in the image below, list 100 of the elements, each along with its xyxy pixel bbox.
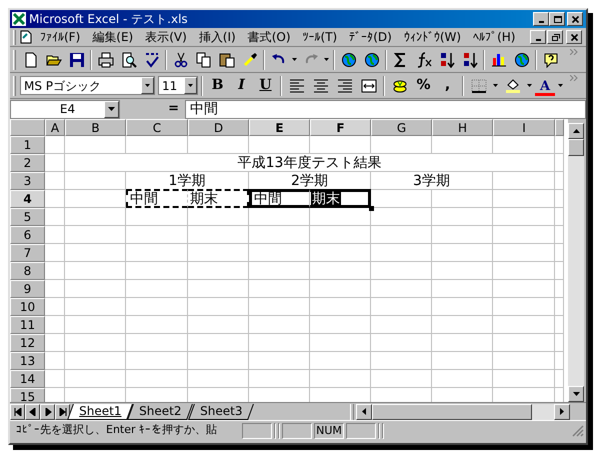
column-header[interactable]: G: [371, 119, 432, 136]
table-cell[interactable]: [432, 316, 493, 334]
table-cell[interactable]: [555, 172, 564, 190]
table-cell[interactable]: [432, 298, 493, 316]
table-cell[interactable]: [371, 136, 432, 154]
scroll-up-button[interactable]: [568, 123, 584, 139]
first-sheet-button[interactable]: [10, 404, 25, 420]
magnifier-icon[interactable]: [120, 52, 136, 68]
menu-item[interactable]: 挿入(I): [192, 28, 242, 46]
table-cell[interactable]: [126, 262, 188, 280]
clipboard-icon[interactable]: [218, 52, 234, 68]
up-arrow-icon[interactable]: [572, 129, 580, 133]
align-right-icon[interactable]: [336, 78, 352, 94]
table-cell[interactable]: [188, 352, 249, 370]
table-cell[interactable]: [432, 280, 493, 298]
table-cell[interactable]: [45, 136, 65, 154]
column-header[interactable]: B: [65, 119, 126, 136]
table-cell[interactable]: [249, 370, 310, 388]
table-cell[interactable]: [249, 280, 310, 298]
table-cell[interactable]: [310, 208, 371, 226]
align-center-icon[interactable]: [312, 78, 328, 94]
table-cell[interactable]: [249, 136, 310, 154]
table-cell[interactable]: [493, 316, 555, 334]
fill-handle[interactable]: [369, 206, 374, 211]
table-cell[interactable]: [188, 226, 249, 244]
menu-item[interactable]: 表示(V): [139, 28, 193, 46]
table-cell[interactable]: [371, 298, 432, 316]
table-cell[interactable]: [371, 334, 432, 352]
sort-ascending-icon[interactable]: [438, 52, 454, 68]
horizontal-scrollbar[interactable]: [356, 404, 570, 420]
table-cell[interactable]: [310, 226, 371, 244]
row-header[interactable]: 3: [10, 172, 45, 190]
left-arrow-icon[interactable]: [362, 408, 366, 415]
table-cell[interactable]: [371, 280, 432, 298]
table-cell[interactable]: [65, 298, 126, 316]
table-cell[interactable]: [371, 244, 432, 262]
table-cell[interactable]: [493, 370, 555, 388]
table-cell[interactable]: [371, 316, 432, 334]
table-cell[interactable]: [45, 352, 65, 370]
document-icon[interactable]: [19, 30, 33, 44]
table-cell[interactable]: [310, 334, 371, 352]
dropdown-arrow-icon[interactable]: [145, 84, 150, 87]
row-header[interactable]: 13: [10, 352, 45, 370]
minimize-button[interactable]: [533, 12, 549, 26]
menu-item[interactable]: ﾌｧｲﾙ(F): [34, 28, 86, 46]
table-cell[interactable]: [249, 208, 310, 226]
dropdown-arrow-icon[interactable]: [188, 84, 193, 87]
table-cell[interactable]: [249, 226, 310, 244]
table-cell[interactable]: [310, 262, 371, 280]
table-cell[interactable]: [249, 262, 310, 280]
column-header[interactable]: H: [432, 119, 493, 136]
fill-color-icon[interactable]: [504, 78, 520, 94]
table-cell[interactable]: [493, 352, 555, 370]
table-cell[interactable]: [555, 136, 564, 154]
row-header[interactable]: 8: [10, 262, 45, 280]
dropdown-arrow-icon[interactable]: [558, 84, 563, 87]
table-cell[interactable]: [493, 172, 555, 190]
menu-item[interactable]: ｳｨﾝﾄﾞｳ(W): [398, 28, 468, 46]
row-header[interactable]: 2: [10, 154, 45, 172]
merge-center-icon[interactable]: [360, 78, 376, 94]
formula-field[interactable]: 中間: [185, 100, 586, 118]
row-header[interactable]: 5: [10, 208, 45, 226]
table-cell[interactable]: [555, 352, 564, 370]
row-header[interactable]: 6: [10, 226, 45, 244]
dropdown-arrow-icon[interactable]: [292, 58, 297, 61]
vertical-scrollbar[interactable]: [568, 119, 584, 402]
table-cell[interactable]: [432, 208, 493, 226]
globe-icon[interactable]: [514, 52, 530, 68]
table-cell[interactable]: [555, 244, 564, 262]
menu-item[interactable]: 編集(E): [86, 28, 140, 46]
table-cell[interactable]: [432, 352, 493, 370]
borders-icon[interactable]: [470, 78, 486, 94]
table-cell[interactable]: [188, 262, 249, 280]
table-cell[interactable]: [432, 262, 493, 280]
table-cell[interactable]: [65, 226, 126, 244]
close-button[interactable]: [566, 30, 582, 44]
table-cell[interactable]: [555, 334, 564, 352]
table-cell[interactable]: [45, 316, 65, 334]
printer-icon[interactable]: [98, 52, 114, 68]
row-header[interactable]: 15: [10, 388, 45, 402]
table-cell[interactable]: [126, 208, 188, 226]
minimize-button[interactable]: [530, 30, 546, 44]
sheet-tab[interactable]: Sheet3: [188, 404, 254, 420]
column-header[interactable]: [555, 119, 564, 136]
table-cell[interactable]: [126, 334, 188, 352]
table-cell[interactable]: [126, 244, 188, 262]
table-cell[interactable]: [126, 136, 188, 154]
currency-icon[interactable]: [392, 78, 408, 94]
table-cell[interactable]: [65, 172, 126, 190]
column-header[interactable]: D: [188, 119, 249, 136]
table-cell[interactable]: [310, 298, 371, 316]
menu-item[interactable]: ﾍﾙﾌﾟ(H): [467, 28, 522, 46]
table-cell[interactable]: [249, 352, 310, 370]
table-cell[interactable]: [310, 352, 371, 370]
dropdown-arrow-icon[interactable]: [493, 84, 498, 87]
row-header[interactable]: 14: [10, 370, 45, 388]
sheet-tab[interactable]: Sheet1: [67, 404, 134, 420]
table-cell[interactable]: [188, 280, 249, 298]
table-cell[interactable]: [188, 244, 249, 262]
bar-chart-icon[interactable]: [490, 52, 506, 68]
